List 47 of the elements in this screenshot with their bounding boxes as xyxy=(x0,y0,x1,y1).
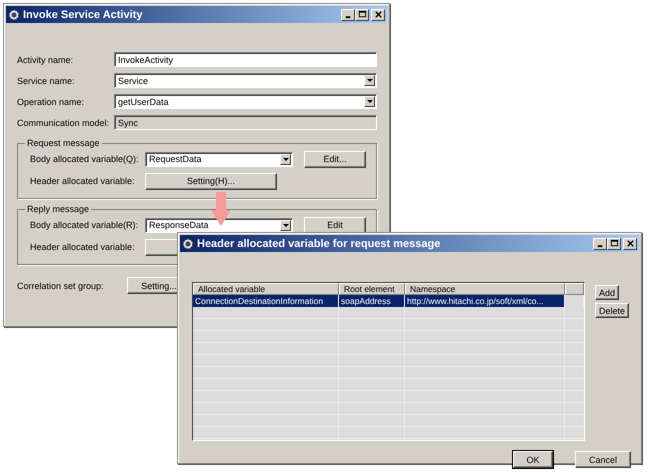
column-header[interactable]: Root element xyxy=(339,283,405,295)
read-only-field: Sync xyxy=(114,115,377,130)
field-label: Body allocated variable(Q): xyxy=(30,154,140,164)
window-title: Invoke Service Activity xyxy=(23,8,144,20)
down-arrow-icon xyxy=(210,192,232,226)
field-label: Header allocated variable: xyxy=(30,242,136,252)
field-label: Body allocated variable(R): xyxy=(30,220,140,230)
close-icon xyxy=(374,10,382,19)
combo-box[interactable]: Service xyxy=(114,73,377,88)
setting-button[interactable] xyxy=(145,238,179,256)
field-label: Correlation set group: xyxy=(17,280,105,290)
minimize-button[interactable] xyxy=(341,8,355,20)
input-field[interactable]: InvokeActivity xyxy=(114,52,377,67)
field-label: Service name: xyxy=(17,76,76,86)
field-label: Activity name: xyxy=(17,54,74,64)
column-header xyxy=(565,283,584,295)
close-button[interactable] xyxy=(623,238,637,250)
table-cell[interactable]: soapAddress xyxy=(339,295,405,307)
table-cell[interactable]: ConnectionDestinationInformation xyxy=(193,295,339,307)
side-button[interactable]: Add xyxy=(595,285,620,300)
maximize-button[interactable] xyxy=(355,8,369,20)
combo-box[interactable]: getUserData xyxy=(114,94,377,109)
setting-button[interactable]: Setting(H)... xyxy=(145,172,277,190)
gear-icon xyxy=(182,238,194,250)
side-button[interactable]: Delete xyxy=(595,303,630,318)
edit-button[interactable]: Edit... xyxy=(304,150,366,168)
maximize-icon xyxy=(610,239,618,248)
window-title: Header allocated variable for request message xyxy=(197,238,442,250)
field-label: Operation name: xyxy=(17,96,86,106)
column-header[interactable]: Namespace xyxy=(405,283,565,295)
close-button[interactable] xyxy=(371,8,385,20)
dialog-button[interactable]: Cancel xyxy=(575,451,631,468)
gear-icon xyxy=(8,8,20,20)
minimize-button[interactable] xyxy=(593,238,607,250)
column-header[interactable]: Allocated variable xyxy=(193,283,339,295)
field-label: Communication model: xyxy=(17,118,110,128)
group-title: Reply message xyxy=(26,204,90,214)
group-title: Request message xyxy=(26,138,101,148)
table-cell[interactable]: http://www.hitachi.co.jp/soft/xml/co... xyxy=(405,295,565,307)
dialog-button[interactable]: OK xyxy=(513,451,553,468)
combo-box[interactable]: ResponseData xyxy=(145,218,293,232)
field-label: Header allocated variable: xyxy=(30,176,136,186)
edit-button[interactable]: Edit xyxy=(304,216,366,234)
combo-box[interactable]: RequestData xyxy=(145,152,293,166)
maximize-button[interactable] xyxy=(607,238,621,250)
close-icon xyxy=(626,239,634,248)
maximize-icon xyxy=(358,10,366,19)
